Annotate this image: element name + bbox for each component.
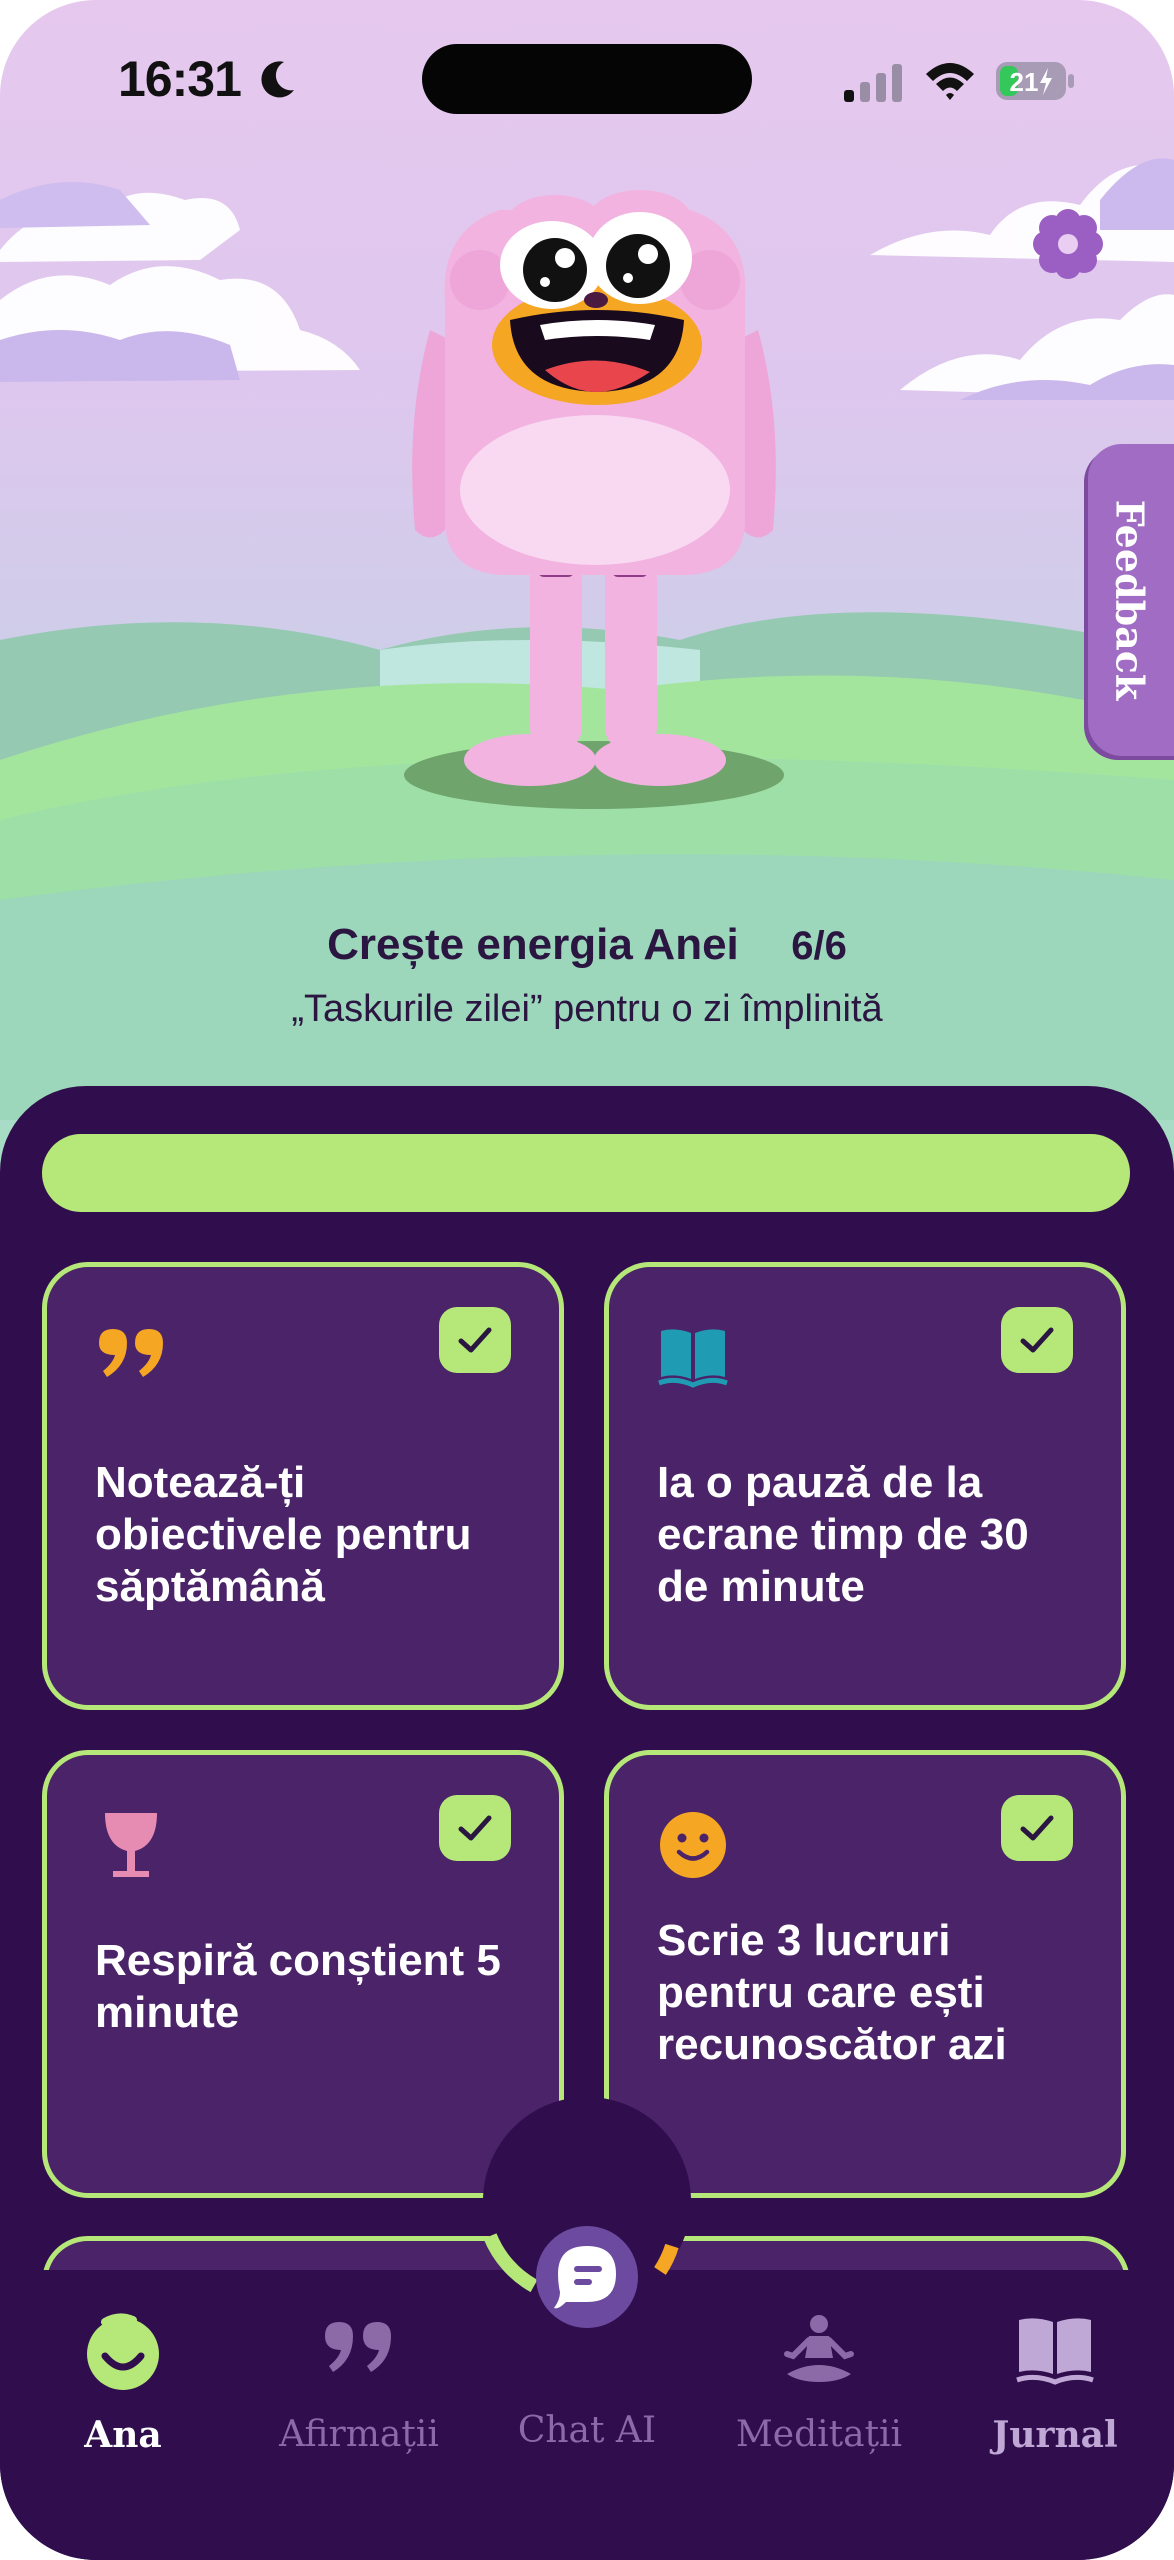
nav-label: Ana: [84, 2414, 162, 2456]
ana-icon: [87, 2313, 159, 2390]
task-text: Notează-ți obiectivele pentru săptămână: [95, 1458, 472, 1611]
nav-label: Meditații: [735, 2414, 903, 2455]
nav-item-ana[interactable]: Ana: [8, 2312, 238, 2462]
task-text: Scrie 3 lucruri pentru care ești recunos…: [657, 1916, 1007, 2069]
task-done-checkbox[interactable]: [1001, 1795, 1073, 1861]
settings-gear-icon[interactable]: [1028, 204, 1108, 284]
energy-title: Crește energia Anei: [327, 920, 739, 969]
quote-icon: [99, 1329, 163, 1377]
task-done-checkbox[interactable]: [1001, 1307, 1073, 1373]
energy-header: Crește energia Anei 6/6: [0, 920, 1174, 970]
nav-item-meditatii[interactable]: Meditații: [704, 2312, 934, 2462]
checkmark-icon: [1020, 1327, 1054, 1353]
book-icon: [658, 1329, 728, 1388]
task-text: Respiră conștient 5 minute: [95, 1936, 501, 2037]
checkmark-icon: [458, 1815, 492, 1841]
app-screen: 16:31 21 Feedback Crește energia Anei 6/…: [0, 0, 1174, 2560]
status-time: 16:31: [118, 51, 242, 107]
energy-subtitle: „Taskurile zilei” pentru o zi împlinită: [291, 988, 883, 1030]
quote-icon: [325, 2322, 391, 2372]
cellular-signal-icon: [844, 64, 902, 102]
wifi-icon: [926, 63, 974, 100]
battery-icon: 21: [996, 62, 1074, 100]
battery-level: 21: [1010, 67, 1039, 97]
chat-ai-button[interactable]: [536, 2226, 638, 2328]
checkmark-icon: [458, 1327, 492, 1353]
task-card-screen-break[interactable]: Ia o pauză de la ecrane timp de 30 de mi…: [604, 1262, 1126, 1710]
nav-item-jurnal[interactable]: Jurnal: [940, 2312, 1170, 2462]
task-card-goals[interactable]: Notează-ți obiectivele pentru săptămână: [42, 1262, 564, 1710]
feedback-label: Feedback: [1107, 499, 1153, 701]
nav-label: Afirmații: [279, 2414, 439, 2455]
checkmark-icon: [1020, 1815, 1054, 1841]
nav-label: Jurnal: [992, 2414, 1118, 2456]
task-counter: 6/6: [791, 924, 847, 968]
energy-progress-bar: [42, 1134, 1130, 1212]
glass-icon: [105, 1813, 157, 1877]
dynamic-island: [422, 44, 752, 114]
nav-label-chat-ai[interactable]: Chat AI: [470, 2410, 704, 2451]
meditation-icon: [784, 2315, 854, 2382]
task-done-checkbox[interactable]: [439, 1307, 511, 1373]
energy-progress-fill: [42, 1134, 1130, 1212]
chat-icon: [554, 2246, 616, 2309]
nav-item-afirmatii[interactable]: Afirmații: [244, 2312, 474, 2462]
journal-icon: [1016, 2318, 1094, 2385]
smiley-icon: [660, 1812, 726, 1878]
task-done-checkbox[interactable]: [439, 1795, 511, 1861]
moon-icon: [261, 61, 294, 98]
task-text: Ia o pauză de la ecrane timp de 30 de mi…: [657, 1458, 1029, 1611]
